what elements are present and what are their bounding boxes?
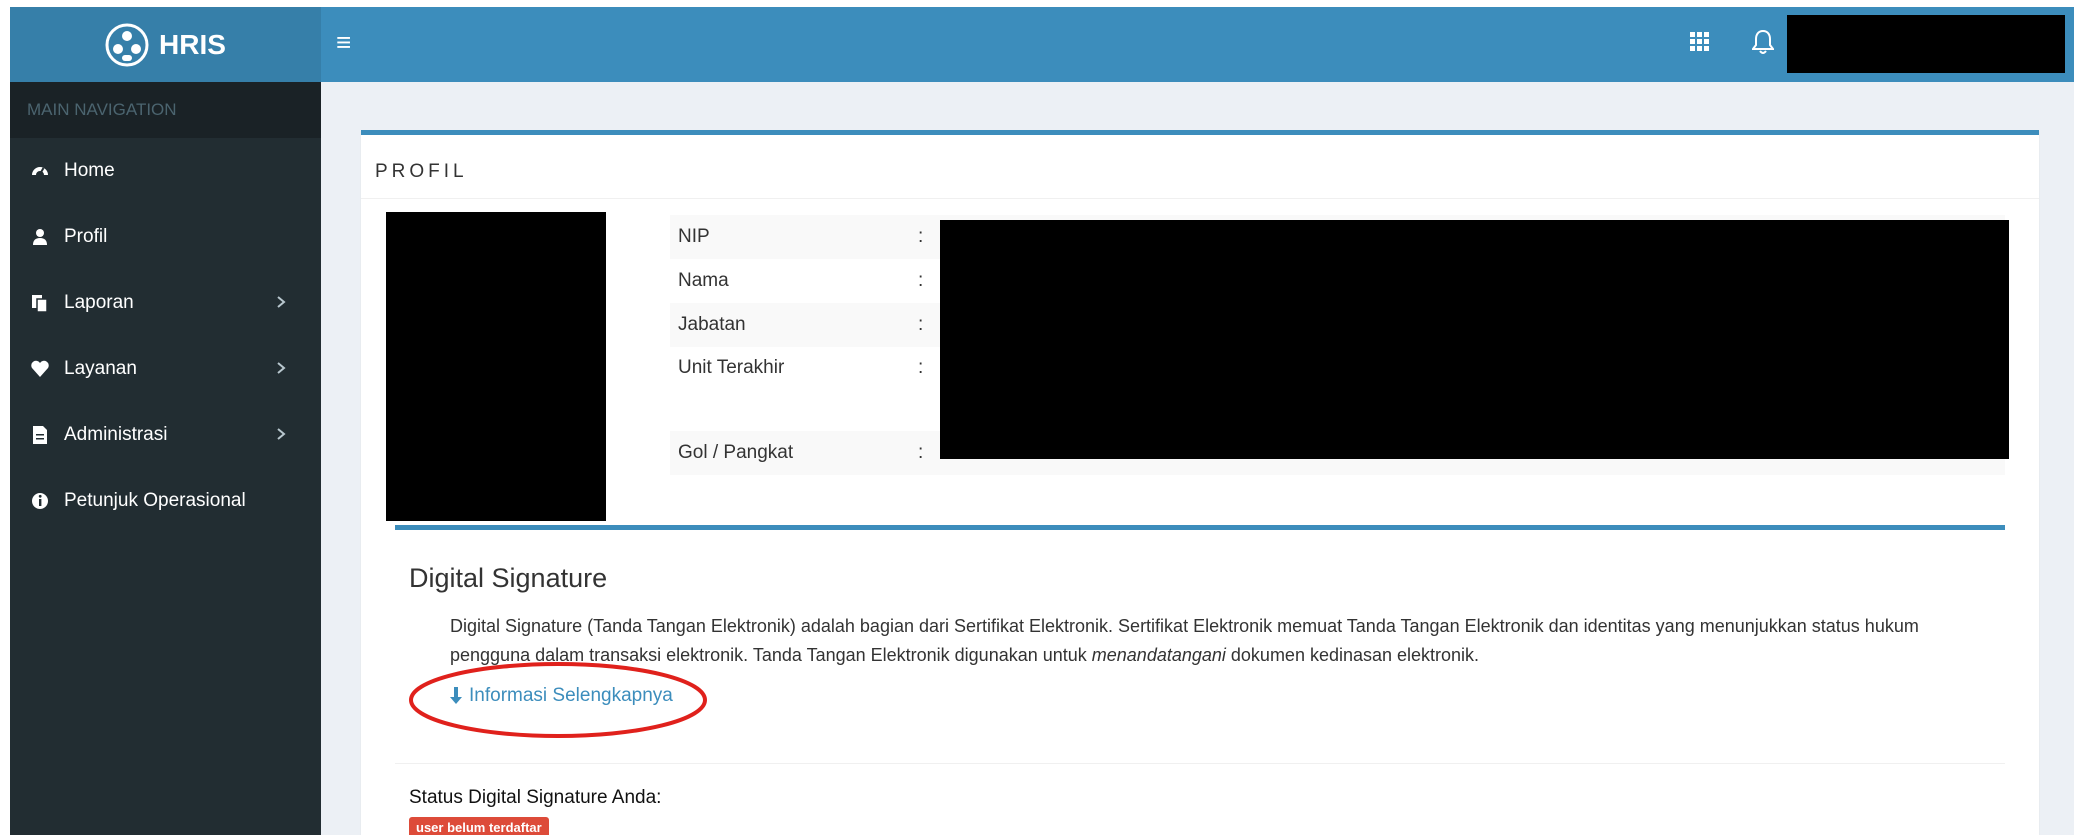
user-menu-redacted[interactable] xyxy=(1787,15,2065,73)
sidebar-item-layanan[interactable]: Layanan xyxy=(10,336,321,402)
sidebar-item-label: Administrasi xyxy=(64,424,168,445)
field-colon: : xyxy=(918,303,928,347)
user-icon xyxy=(30,227,50,247)
heart-icon xyxy=(30,359,50,379)
sidebar-item-label: Profil xyxy=(64,226,108,247)
divider xyxy=(395,763,2005,764)
status-label: Status Digital Signature Anda: xyxy=(409,787,662,808)
field-colon: : xyxy=(918,357,924,378)
sidebar-item-profil[interactable]: Profil xyxy=(10,204,321,270)
app-frame: HRIS ≡ MAIN NAVIGATION Home Profil Lapor… xyxy=(10,7,2074,835)
file-icon xyxy=(30,425,50,445)
more-info-label: Informasi Selengkapnya xyxy=(469,685,673,706)
sidebar-item-petunjuk-operasional[interactable]: Petunjuk Operasional xyxy=(10,468,321,534)
chevron-right-icon xyxy=(277,428,286,440)
profile-title: PROFIL xyxy=(375,161,468,182)
profile-box: PROFIL NIP : Nama : Jabatan : Unit Terak… xyxy=(361,130,2039,835)
digital-signature-title: Digital Signature xyxy=(409,563,608,593)
notification-bell-icon[interactable] xyxy=(1752,29,1774,55)
field-label: Gol / Pangkat xyxy=(670,431,918,475)
divider xyxy=(361,198,2039,199)
copy-icon xyxy=(30,293,50,313)
field-colon: : xyxy=(918,270,924,291)
sidebar-item-label: Laporan xyxy=(64,292,134,313)
people-network-icon xyxy=(105,23,149,66)
sidebar-item-label: Petunjuk Operasional xyxy=(64,490,246,511)
description-text-end: dokumen kedinasan elektronik. xyxy=(1225,645,1480,665)
field-colon: : xyxy=(918,215,928,259)
apps-grid-icon[interactable] xyxy=(1690,32,1710,52)
profile-values-redacted xyxy=(940,220,2009,459)
profile-photo-redacted xyxy=(386,212,606,521)
top-navbar: HRIS ≡ xyxy=(10,7,2074,82)
digital-signature-box: Digital Signature Digital Signature (Tan… xyxy=(395,525,2005,835)
sidebar-header: MAIN NAVIGATION xyxy=(10,82,321,138)
sidebar-toggle-icon[interactable]: ≡ xyxy=(336,27,351,58)
status-badge: user belum terdaftar xyxy=(409,817,549,835)
arrow-down-icon xyxy=(450,687,462,704)
field-label: Nama xyxy=(678,270,729,291)
field-label: Unit Terakhir xyxy=(678,357,785,378)
chevron-right-icon xyxy=(277,296,286,308)
sidebar-item-label: Home xyxy=(64,160,115,181)
sidebar: MAIN NAVIGATION Home Profil Laporan Laya… xyxy=(10,82,321,835)
dashboard-icon xyxy=(30,161,50,181)
sidebar-item-label: Layanan xyxy=(64,358,137,379)
field-colon: : xyxy=(918,431,928,475)
info-circle-icon xyxy=(30,491,50,511)
more-info-link[interactable]: Informasi Selengkapnya xyxy=(449,685,673,707)
sidebar-item-administrasi[interactable]: Administrasi xyxy=(10,402,321,468)
field-label: Jabatan xyxy=(670,303,918,347)
app-title: HRIS xyxy=(159,28,226,60)
field-label: NIP xyxy=(670,215,918,259)
chevron-right-icon xyxy=(277,362,286,374)
description-emphasis: menandatangani xyxy=(1091,645,1226,665)
app-logo[interactable]: HRIS xyxy=(10,7,321,82)
sidebar-item-laporan[interactable]: Laporan xyxy=(10,270,321,336)
sidebar-item-home[interactable]: Home xyxy=(10,138,321,204)
